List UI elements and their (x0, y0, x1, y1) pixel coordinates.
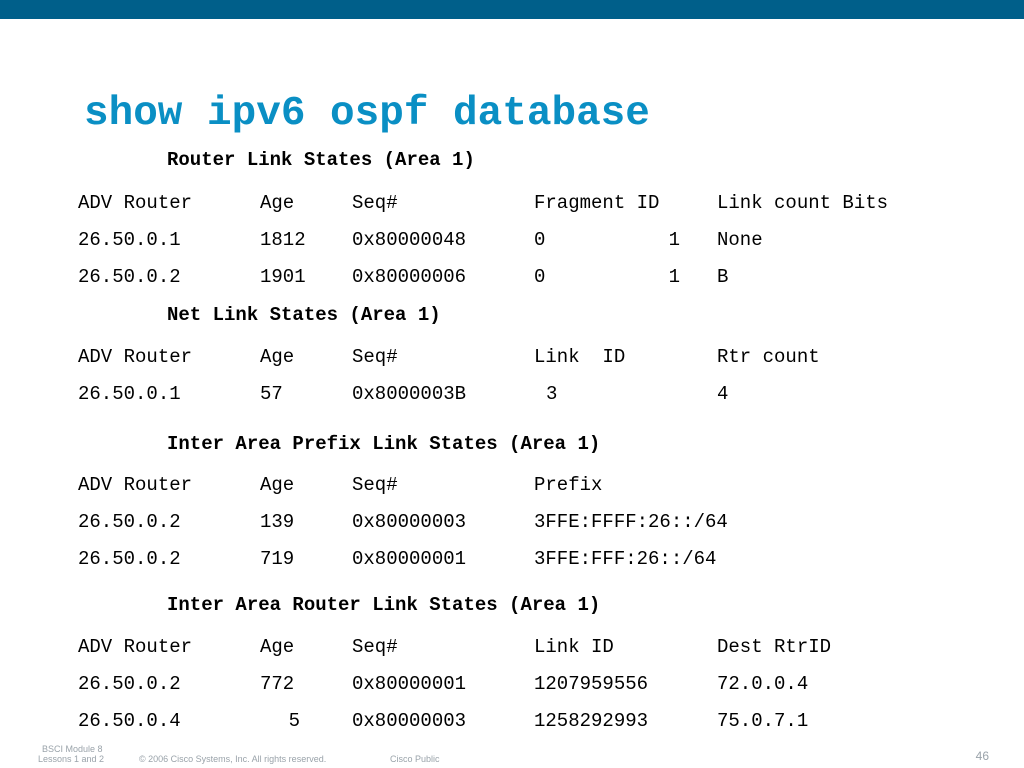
rtr-count-cell: 4 (717, 383, 729, 405)
footer-module-line-2: Lessons 1 and 2 (38, 754, 105, 764)
table-row: 26.50.0.2 1901 0x80000006 0 1 B (78, 264, 978, 290)
seq-cell: 0x80000001 (352, 673, 467, 695)
net-link-header-row: ADV Router Age Seq# Link ID Rtr count (78, 344, 978, 370)
adv-router-cell: 26.50.0.2 (78, 266, 181, 288)
footer-classification: Cisco Public (390, 754, 440, 764)
seq-cell: 0x80000048 (352, 229, 467, 251)
column-header-seq: Seq# (352, 192, 398, 214)
age-cell: 139 (260, 511, 295, 533)
slide-title: show ipv6 ospf database (84, 91, 650, 137)
seq-cell: 0x80000006 (352, 266, 467, 288)
link-count-cell: 1 (668, 229, 680, 251)
dest-rtrid-cell: 72.0.0.4 (717, 673, 809, 695)
table-row: 26.50.0.2 772 0x80000001 1207959556 72.0… (78, 671, 978, 697)
seq-cell: 0x8000003B (352, 383, 467, 405)
footer-module-line-1: BSCI Module 8 (42, 744, 103, 754)
link-count-cell: 1 (668, 266, 680, 288)
router-link-states-heading: Router Link States (Area 1) (167, 149, 475, 171)
column-header-link-id: Link ID (534, 346, 626, 368)
column-header-fragment-id: Fragment ID (534, 192, 660, 214)
age-cell: 1901 (260, 266, 306, 288)
age-cell: 57 (260, 383, 283, 405)
table-row: 26.50.0.2 719 0x80000001 3FFE:FFF:26::/6… (78, 546, 978, 572)
link-id-cell: 3 (546, 383, 558, 405)
footer-copyright: © 2006 Cisco Systems, Inc. All rights re… (139, 754, 327, 764)
dest-rtrid-cell: 75.0.7.1 (717, 710, 809, 732)
column-header-adv-router: ADV Router (78, 474, 193, 496)
seq-cell: 0x80000003 (352, 511, 467, 533)
table-row: 26.50.0.2 139 0x80000003 3FFE:FFFF:26::/… (78, 509, 978, 535)
adv-router-cell: 26.50.0.1 (78, 383, 181, 405)
age-cell: 5 (288, 710, 300, 732)
adv-router-cell: 26.50.0.2 (78, 673, 181, 695)
age-cell: 772 (260, 673, 295, 695)
prefix-cell: 3FFE:FFFF:26::/64 (534, 511, 728, 533)
column-header-age: Age (260, 636, 295, 658)
link-id-cell: 1207959556 (534, 673, 649, 695)
inter-area-prefix-heading: Inter Area Prefix Link States (Area 1) (167, 433, 601, 455)
column-header-adv-router: ADV Router (78, 192, 193, 214)
seq-cell: 0x80000001 (352, 548, 467, 570)
column-header-link-id: Link ID (534, 636, 614, 658)
column-header-prefix: Prefix (534, 474, 603, 496)
net-link-states-heading: Net Link States (Area 1) (167, 304, 441, 326)
prefix-cell: 3FFE:FFF:26::/64 (534, 548, 717, 570)
table-row: 26.50.0.4 5 0x80000003 1258292993 75.0.7… (78, 708, 978, 734)
column-header-adv-router: ADV Router (78, 636, 193, 658)
seq-cell: 0x80000003 (352, 710, 467, 732)
link-id-cell: 1258292993 (534, 710, 649, 732)
adv-router-cell: 26.50.0.2 (78, 511, 181, 533)
column-header-age: Age (260, 192, 295, 214)
table-row: 26.50.0.1 57 0x8000003B 3 4 (78, 381, 978, 407)
inter-area-prefix-header-row: ADV Router Age Seq# Prefix (78, 472, 978, 498)
inter-area-router-heading: Inter Area Router Link States (Area 1) (167, 594, 601, 616)
column-header-age: Age (260, 346, 295, 368)
column-header-age: Age (260, 474, 295, 496)
adv-router-cell: 26.50.0.4 (78, 710, 181, 732)
table-row: 26.50.0.1 1812 0x80000048 0 1 None (78, 227, 978, 253)
slide: show ipv6 ospf database Router Link Stat… (0, 0, 1024, 768)
age-cell: 719 (260, 548, 295, 570)
column-header-seq: Seq# (352, 474, 398, 496)
page-number: 46 (975, 749, 989, 763)
column-header-seq: Seq# (352, 636, 398, 658)
inter-area-router-header-row: ADV Router Age Seq# Link ID Dest RtrID (78, 634, 978, 660)
adv-router-cell: 26.50.0.1 (78, 229, 181, 251)
column-header-adv-router: ADV Router (78, 346, 193, 368)
top-banner (0, 0, 1024, 19)
adv-router-cell: 26.50.0.2 (78, 548, 181, 570)
column-header-dest-rtrid: Dest RtrID (717, 636, 832, 658)
age-cell: 1812 (260, 229, 306, 251)
router-link-header-row: ADV Router Age Seq# Fragment ID Link cou… (78, 190, 978, 216)
column-header-rtr-count: Rtr count (717, 346, 820, 368)
column-header-seq: Seq# (352, 346, 398, 368)
column-header-link-count-bits: Link count Bits (717, 192, 889, 214)
bits-cell: None (717, 229, 763, 251)
bits-cell: B (717, 266, 729, 288)
